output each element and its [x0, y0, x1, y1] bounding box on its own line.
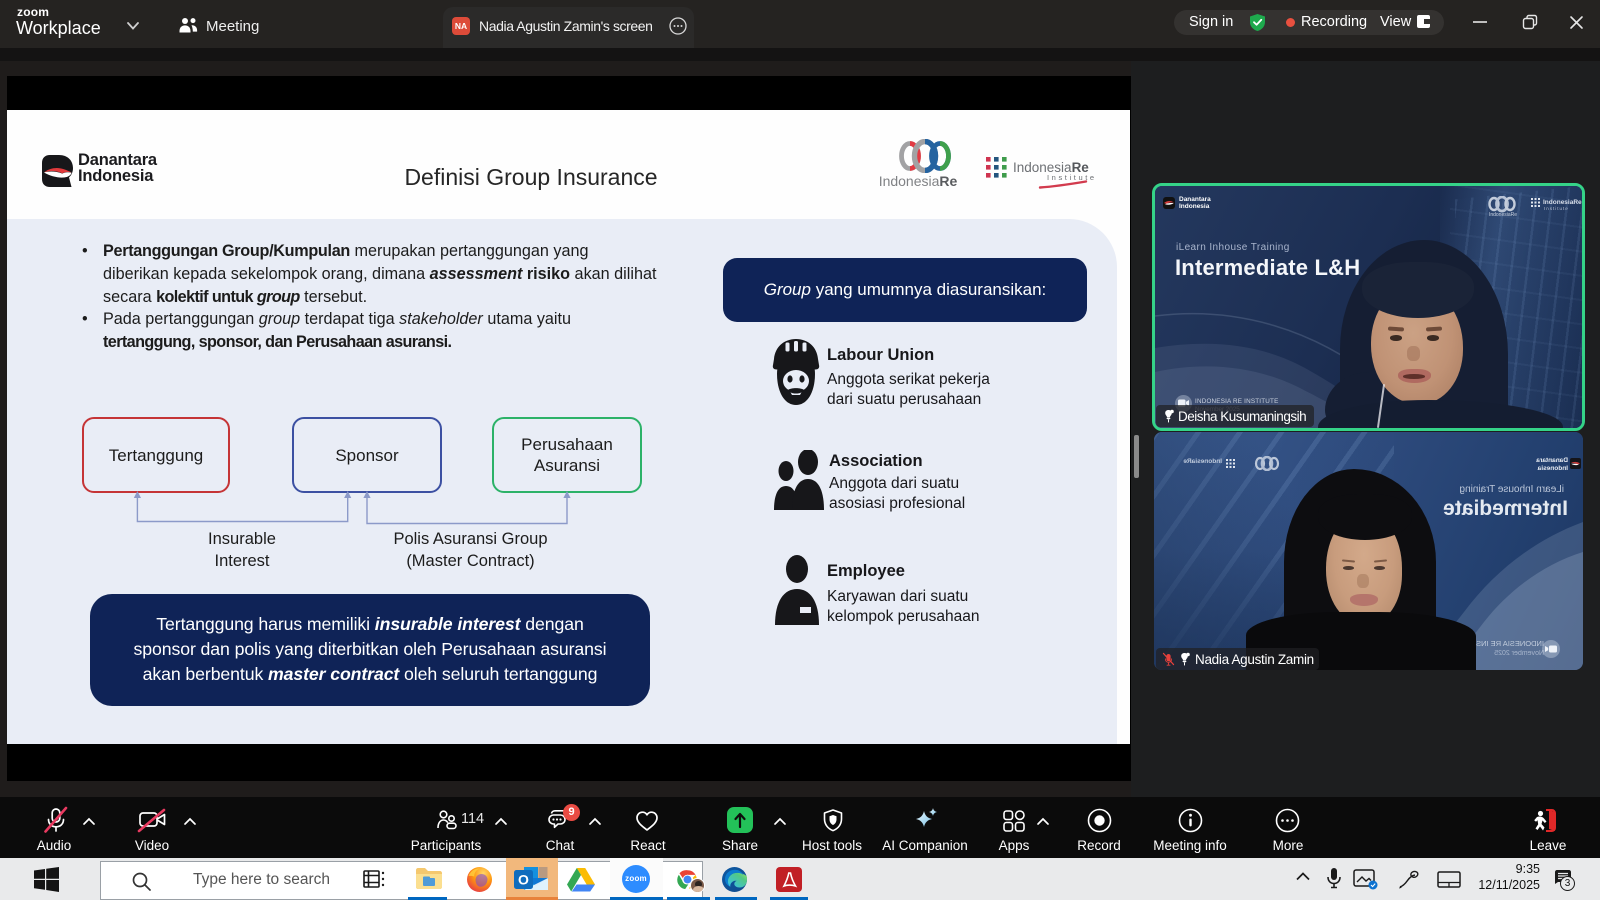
svg-text:O: O [518, 872, 529, 888]
